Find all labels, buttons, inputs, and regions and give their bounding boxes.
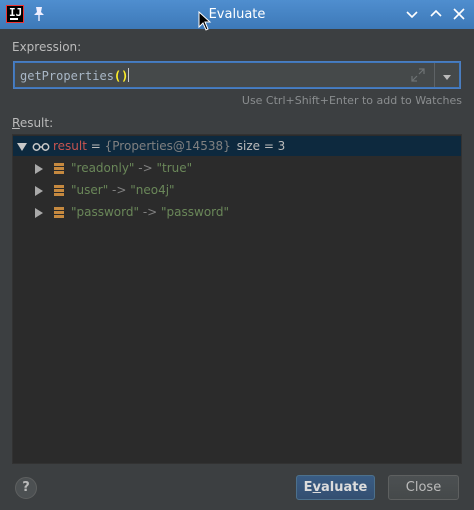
expression-text: getProperties: [20, 69, 114, 83]
result-eq: =: [86, 139, 105, 153]
watches-hint: Use Ctrl+Shift+Enter to add to Watches: [241, 94, 462, 107]
result-label-rest: esult:: [19, 116, 54, 130]
result-value-text: result = {Properties@14538} size = 3: [53, 139, 285, 153]
result-size: size = 3: [236, 139, 286, 153]
expand-triangle-icon[interactable]: [34, 163, 44, 174]
history-dropdown-icon[interactable]: [442, 71, 452, 80]
expand-triangle-icon[interactable]: [34, 207, 44, 218]
maximize-chevron-icon[interactable]: [428, 6, 444, 22]
entry-arrow: ->: [139, 205, 162, 219]
close-button[interactable]: Close: [388, 475, 459, 500]
expand-triangle-icon[interactable]: [34, 185, 44, 196]
tree-row-user[interactable]: "user" -> "neo4j": [13, 180, 461, 200]
evaluate-label-mnemonic: v: [312, 480, 322, 495]
title-bar: IJ Evaluate: [0, 0, 474, 31]
minimize-chevron-icon[interactable]: [404, 6, 420, 22]
map-entry-icon: [54, 185, 64, 196]
close-x-icon[interactable]: [451, 6, 467, 22]
expression-label: Expression:: [12, 40, 82, 54]
expand-editor-icon[interactable]: [411, 68, 425, 82]
entry-arrow: ->: [108, 183, 131, 197]
mouse-cursor-icon: [198, 10, 212, 31]
map-entry-icon: [54, 207, 64, 218]
tree-row-password[interactable]: "password" -> "password": [13, 202, 461, 222]
entry-text: "readonly" -> "true": [71, 161, 192, 175]
entry-key: "password": [71, 205, 140, 219]
result-name: result: [53, 139, 87, 153]
result-label-mnemonic: R: [12, 116, 20, 130]
result-tree[interactable]: result = {Properties@14538} size = 3 "rea…: [12, 134, 462, 464]
entry-text: "user" -> "neo4j": [71, 183, 175, 197]
tree-row-result[interactable]: result = {Properties@14538} size = 3: [13, 136, 461, 156]
map-entry-icon: [54, 163, 64, 174]
entry-key: "readonly": [71, 161, 135, 175]
expression-parens: (): [113, 69, 129, 83]
evaluate-label-rest: aluate: [321, 480, 368, 495]
expression-combobox[interactable]: getProperties(): [14, 62, 460, 88]
collapse-triangle-icon[interactable]: [17, 141, 27, 151]
help-button[interactable]: ?: [15, 477, 37, 499]
entry-value: "password": [161, 205, 230, 219]
entry-value: "neo4j": [130, 183, 175, 197]
evaluate-label-first: E: [303, 480, 313, 495]
entry-value: "true": [156, 161, 193, 175]
entry-arrow: ->: [134, 161, 157, 175]
entry-text: "password" -> "password": [71, 205, 229, 219]
result-type: {Properties@14538}: [104, 139, 231, 153]
result-label: Result:: [12, 116, 53, 130]
watch-glasses-icon: [32, 141, 50, 151]
entry-key: "user": [71, 183, 109, 197]
evaluate-button[interactable]: Evaluate: [296, 475, 375, 500]
text-caret: [128, 68, 130, 82]
dropdown-separator: [434, 63, 435, 87]
tree-row-readonly[interactable]: "readonly" -> "true": [13, 158, 461, 178]
expression-input[interactable]: getProperties(): [20, 68, 130, 83]
window-title: Evaluate: [208, 7, 266, 22]
